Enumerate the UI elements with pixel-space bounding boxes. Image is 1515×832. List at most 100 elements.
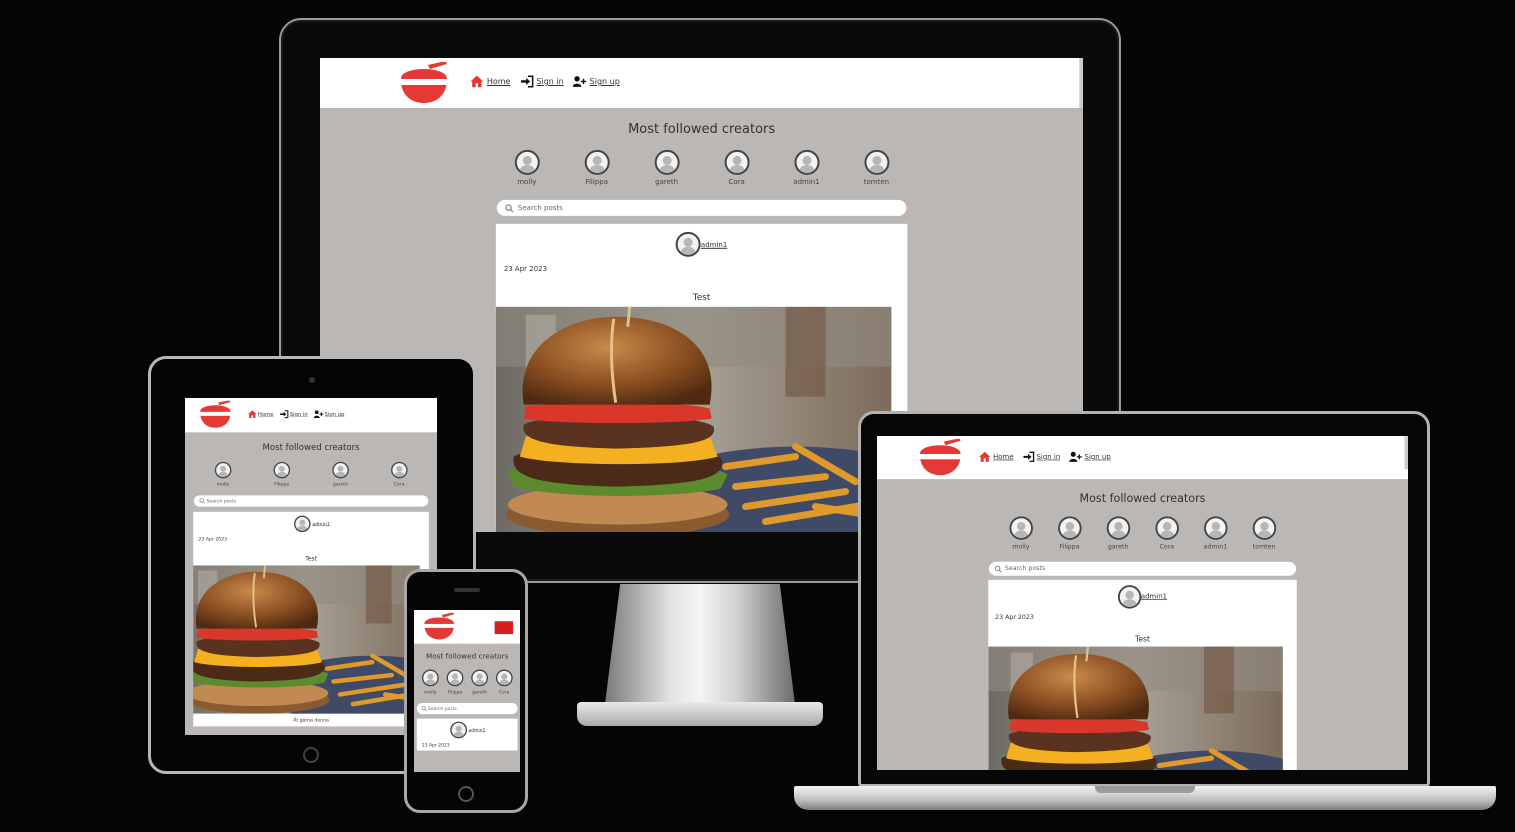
creator-item[interactable]: Filippa bbox=[446, 669, 464, 695]
nav-links: Home Sign in Sign up bbox=[248, 410, 344, 419]
avatar-icon bbox=[654, 149, 680, 175]
creator-item[interactable]: gareth bbox=[652, 149, 682, 186]
nav-home-link[interactable]: Home bbox=[248, 410, 274, 419]
creator-item[interactable]: Filippa bbox=[582, 149, 612, 186]
home-icon bbox=[978, 451, 991, 462]
avatar-icon bbox=[450, 721, 468, 739]
creator-item[interactable]: molly bbox=[1009, 516, 1033, 551]
search-input[interactable]: Search posts bbox=[416, 702, 518, 715]
creator-item[interactable]: Filippa bbox=[1057, 516, 1082, 551]
post-image[interactable] bbox=[193, 565, 419, 714]
avatar-icon bbox=[332, 461, 349, 479]
monitor-stand bbox=[605, 584, 795, 704]
nav-home-link[interactable]: Home bbox=[978, 451, 1014, 462]
post-date: 23 Apr 2023 bbox=[995, 613, 1034, 621]
creator-item[interactable]: tomten bbox=[861, 149, 891, 186]
scrollbar[interactable] bbox=[1404, 436, 1408, 470]
creator-item[interactable]: admin1 bbox=[1203, 516, 1228, 551]
avatar-icon bbox=[1117, 585, 1142, 609]
search-icon bbox=[505, 203, 514, 212]
search-icon bbox=[994, 565, 1002, 573]
home-icon bbox=[248, 410, 257, 419]
creator-item[interactable]: admin1 bbox=[792, 149, 822, 186]
avatar-icon bbox=[1252, 516, 1276, 540]
post-card[interactable]: admin1 23 Apr 2023 Test bbox=[496, 223, 908, 532]
user-plus-icon bbox=[1069, 451, 1083, 462]
nav-links: Home Sign in Sign up bbox=[978, 451, 1111, 462]
navbar bbox=[414, 610, 520, 644]
creator-item[interactable]: molly bbox=[213, 461, 233, 487]
nav-sign-up-link[interactable]: Sign up bbox=[1069, 451, 1111, 462]
search-input[interactable]: Search posts bbox=[988, 561, 1297, 576]
post-title: Test bbox=[305, 555, 317, 563]
creator-name: gareth bbox=[472, 689, 487, 695]
nav-home-label: Home bbox=[993, 453, 1014, 461]
navbar: Home Sign in Sign up bbox=[877, 436, 1408, 480]
avatar-icon bbox=[794, 149, 820, 175]
post-card[interactable]: admin1 23 Apr 2023 Test bbox=[988, 579, 1297, 770]
logo-icon[interactable] bbox=[422, 613, 456, 640]
section-title: Most followed creators bbox=[628, 121, 776, 137]
avatar-icon bbox=[584, 149, 610, 175]
creator-item[interactable]: Cora bbox=[1155, 516, 1179, 551]
section-title: Most followed creators bbox=[425, 652, 509, 661]
creator-item[interactable]: molly bbox=[512, 149, 542, 186]
creator-name: Cora bbox=[728, 177, 745, 186]
creator-item[interactable]: molly bbox=[421, 669, 439, 695]
creators-list: molly Filippa gareth Cora bbox=[414, 669, 520, 695]
sign-in-icon bbox=[1022, 451, 1035, 462]
phone-home-button bbox=[458, 786, 474, 802]
nav-sign-in-label: Sign in bbox=[289, 411, 308, 418]
nav-sign-up-label: Sign up bbox=[589, 76, 620, 86]
avatar-icon bbox=[1203, 516, 1228, 540]
avatar-icon bbox=[1009, 516, 1033, 540]
nav-sign-up-link[interactable]: Sign up bbox=[573, 75, 620, 88]
logo-icon[interactable] bbox=[198, 401, 232, 429]
creator-name: Filippa bbox=[1059, 543, 1080, 551]
post-image[interactable] bbox=[988, 647, 1283, 770]
post-author[interactable]: admin1 bbox=[417, 719, 518, 739]
user-plus-icon bbox=[314, 410, 324, 419]
nav-sign-in-link[interactable]: Sign in bbox=[1022, 451, 1060, 462]
search-input[interactable]: Search posts bbox=[193, 495, 429, 507]
creator-item[interactable]: Cora bbox=[495, 669, 513, 695]
creator-item[interactable]: tomten bbox=[1252, 516, 1276, 551]
post-author-name: admin1 bbox=[1140, 593, 1168, 601]
post-card[interactable]: admin1 23 Apr 2023 Test Ät gärna denna bbox=[193, 511, 429, 726]
scrollbar[interactable] bbox=[1079, 58, 1083, 108]
search-input[interactable]: Search posts bbox=[496, 199, 907, 216]
nav-sign-in-link[interactable]: Sign in bbox=[279, 410, 308, 419]
creator-item[interactable]: Filippa bbox=[272, 461, 292, 487]
creator-name: Cora bbox=[498, 689, 510, 695]
nav-links: Home Sign in Sign up bbox=[470, 75, 620, 88]
creator-item[interactable]: gareth bbox=[331, 461, 351, 487]
nav-home-link[interactable]: Home bbox=[470, 75, 510, 88]
nav-sign-up-link[interactable]: Sign up bbox=[314, 410, 344, 419]
post-author[interactable]: admin1 bbox=[193, 512, 429, 533]
logo-icon[interactable] bbox=[917, 439, 963, 477]
section-title: Most followed creators bbox=[1079, 491, 1206, 505]
post-card[interactable]: admin1 23 Apr 2023 bbox=[416, 718, 518, 751]
avatar-icon bbox=[1106, 516, 1130, 540]
creator-item[interactable]: gareth bbox=[471, 669, 488, 695]
hamburger-icon[interactable] bbox=[494, 621, 514, 635]
nav-sign-in-label: Sign in bbox=[536, 76, 564, 86]
creator-name: gareth bbox=[1107, 543, 1129, 551]
nav-sign-up-label: Sign up bbox=[1084, 453, 1111, 461]
creator-name: molly bbox=[424, 689, 437, 695]
tablet-home-button bbox=[303, 747, 319, 763]
post-image[interactable] bbox=[496, 307, 892, 532]
avatar-icon bbox=[471, 669, 488, 687]
creator-item[interactable]: gareth bbox=[1106, 516, 1130, 551]
post-author[interactable]: admin1 bbox=[496, 224, 908, 257]
avatar-icon bbox=[294, 515, 311, 533]
nav-sign-in-link[interactable]: Sign in bbox=[519, 75, 564, 88]
post-caption: Ät gärna denna bbox=[293, 717, 329, 724]
post-author[interactable]: admin1 bbox=[988, 580, 1297, 609]
creator-name: tomten bbox=[863, 177, 890, 186]
logo-icon[interactable] bbox=[398, 62, 450, 104]
creator-item[interactable]: Cora bbox=[722, 149, 752, 186]
home-icon bbox=[470, 75, 484, 88]
creator-item[interactable]: Cora bbox=[389, 461, 409, 487]
creator-name: gareth bbox=[655, 177, 679, 186]
